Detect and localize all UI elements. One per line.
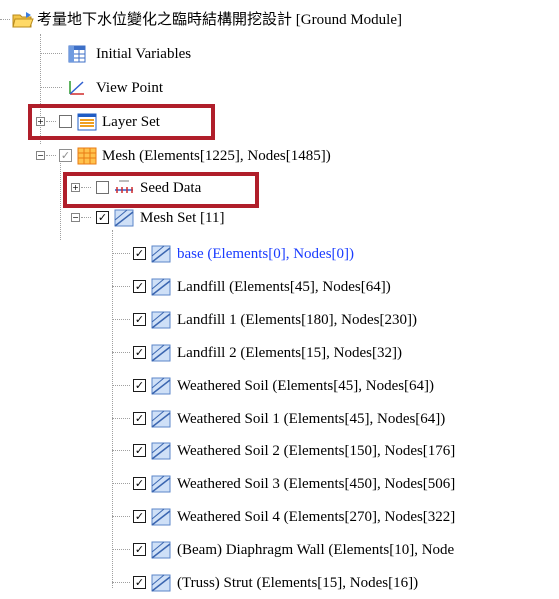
tree-node-label: Landfill 2 (Elements[15], Nodes[32]) [177, 344, 402, 361]
mesh-set-checkbox[interactable]: ✓ [96, 211, 109, 224]
mesh-item-row[interactable]: ✓ Weathered Soil 2 (Elements[150], Nodes[… [0, 439, 559, 463]
tree-connector [81, 217, 91, 218]
tree-connector [112, 318, 130, 320]
tree-connector [40, 87, 62, 88]
tree-connector [112, 582, 130, 583]
tree-node-label: 考量地下水位變化之臨時結構開挖設計 [Ground Module] [37, 12, 402, 28]
mesh-item-icon [150, 310, 172, 330]
model-tree-panel: 考量地下水位變化之臨時結構開挖設計 [Ground Module] Initia… [0, 0, 559, 599]
mesh-item-icon [150, 507, 172, 527]
mesh-item-row[interactable]: ✓ Weathered Soil 4 (Elements[270], Nodes[… [0, 505, 559, 529]
mesh-item-icon [150, 573, 172, 593]
tree-connector [40, 53, 62, 54]
tree-connector [112, 483, 130, 485]
tree-node-label: Weathered Soil 2 (Elements[150], Nodes[1… [177, 443, 456, 460]
tree-node-label: Landfill 1 (Elements[180], Nodes[230]) [177, 311, 417, 328]
mesh-item-icon [150, 540, 172, 560]
mesh-item-checkbox[interactable]: ✓ [133, 345, 146, 359]
mesh-item-row[interactable]: ✓ (Truss) Strut (Elements[15], Nodes[16]) [0, 571, 559, 595]
mesh-item-icon [150, 409, 172, 429]
tree-connector [112, 351, 130, 353]
open-folder-icon [12, 10, 34, 30]
tree-node-label: base (Elements[0], Nodes[0]) [177, 246, 355, 262]
mesh-item-checkbox[interactable]: ✓ [133, 444, 146, 458]
mesh-item-checkbox[interactable]: ✓ [133, 312, 146, 326]
mesh-item-icon [150, 376, 172, 396]
tree-connector [112, 549, 130, 551]
tree-node-mesh[interactable]: − ✓ Mesh (Elements[1225], Nodes[1485]) [0, 144, 440, 168]
mesh-checkbox[interactable]: ✓ [59, 149, 72, 162]
tree-connector [112, 450, 130, 452]
mesh-item-icon [150, 277, 172, 297]
mesh-item-row[interactable]: ✓ Weathered Soil 3 (Elements[450], Nodes[… [0, 472, 559, 496]
tree-node-label: Weathered Soil (Elements[45], Nodes[64]) [177, 377, 435, 394]
mesh-item-checkbox[interactable]: ✓ [133, 279, 146, 293]
tree-node-label: (Beam) Diaphragm Wall (Elements[10], Nod… [177, 542, 455, 559]
mesh-item-checkbox[interactable]: ✓ [133, 510, 146, 524]
model-tree: 考量地下水位變化之臨時結構開挖設計 [Ground Module] Initia… [0, 0, 559, 599]
tree-node-label: Weathered Soil 1 (Elements[45], Nodes[64… [177, 410, 446, 427]
tree-node-root[interactable]: 考量地下水位變化之臨時結構開挖設計 [Ground Module] [0, 8, 559, 32]
tree-node-label: Weathered Soil 4 (Elements[270], Nodes[3… [177, 509, 456, 526]
mesh-item-checkbox[interactable]: ✓ [133, 477, 146, 491]
tree-node-initial-variables[interactable]: Initial Variables [0, 42, 300, 66]
tree-node-label: Landfill (Elements[45], Nodes[64]) [177, 278, 391, 295]
tree-node-label: Weathered Soil 3 (Elements[450], Nodes[5… [177, 476, 456, 493]
table-icon [66, 44, 88, 64]
tree-connector [112, 516, 130, 518]
axis-icon [66, 78, 88, 98]
highlight-box-layer-set [28, 104, 215, 140]
tree-connector [112, 285, 130, 287]
tree-node-label: Mesh Set [11] [140, 210, 225, 226]
mesh-grid-icon [76, 146, 98, 166]
mesh-item-checkbox[interactable]: ✓ [133, 576, 146, 589]
tree-connector [112, 384, 130, 386]
collapse-icon[interactable]: − [71, 213, 80, 222]
mesh-item-icon [150, 244, 172, 264]
mesh-set-icon [113, 208, 135, 228]
tree-connector [46, 155, 56, 156]
tree-node-mesh-set[interactable]: − ✓ Mesh Set [11] [0, 206, 300, 230]
mesh-item-row[interactable]: ✓ base (Elements[0], Nodes[0]) [0, 242, 559, 266]
tree-connector [112, 417, 130, 419]
mesh-item-checkbox[interactable]: ✓ [133, 378, 146, 392]
mesh-item-icon [150, 441, 172, 461]
mesh-item-row[interactable]: ✓ (Beam) Diaphragm Wall (Elements[10], No… [0, 538, 559, 562]
tree-node-label: Mesh (Elements[1225], Nodes[1485]) [102, 148, 331, 164]
mesh-item-icon [150, 474, 172, 494]
mesh-item-row[interactable]: ✓ Landfill (Elements[45], Nodes[64]) [0, 275, 559, 299]
mesh-item-row[interactable]: ✓ Weathered Soil (Elements[45], Nodes[64]… [0, 374, 559, 398]
highlight-box-seed-data [63, 172, 259, 208]
mesh-item-row[interactable]: ✓ Landfill 1 (Elements[180], Nodes[230]) [0, 308, 559, 332]
tree-node-label: Initial Variables [96, 46, 192, 62]
mesh-item-checkbox[interactable]: ✓ [133, 411, 146, 425]
tree-connector [0, 19, 10, 20]
mesh-item-row[interactable]: ✓ Weathered Soil 1 (Elements[45], Nodes[6… [0, 407, 559, 431]
mesh-item-checkbox[interactable]: ✓ [133, 543, 146, 557]
tree-node-view-point[interactable]: View Point [0, 76, 300, 100]
tree-node-label: (Truss) Strut (Elements[15], Nodes[16]) [177, 575, 419, 591]
mesh-item-row[interactable]: ✓ Landfill 2 (Elements[15], Nodes[32]) [0, 341, 559, 365]
tree-connector [112, 253, 130, 254]
tree-node-label: View Point [96, 80, 164, 96]
mesh-item-icon [150, 343, 172, 363]
collapse-icon[interactable]: − [36, 151, 45, 160]
mesh-item-checkbox[interactable]: ✓ [133, 247, 146, 260]
